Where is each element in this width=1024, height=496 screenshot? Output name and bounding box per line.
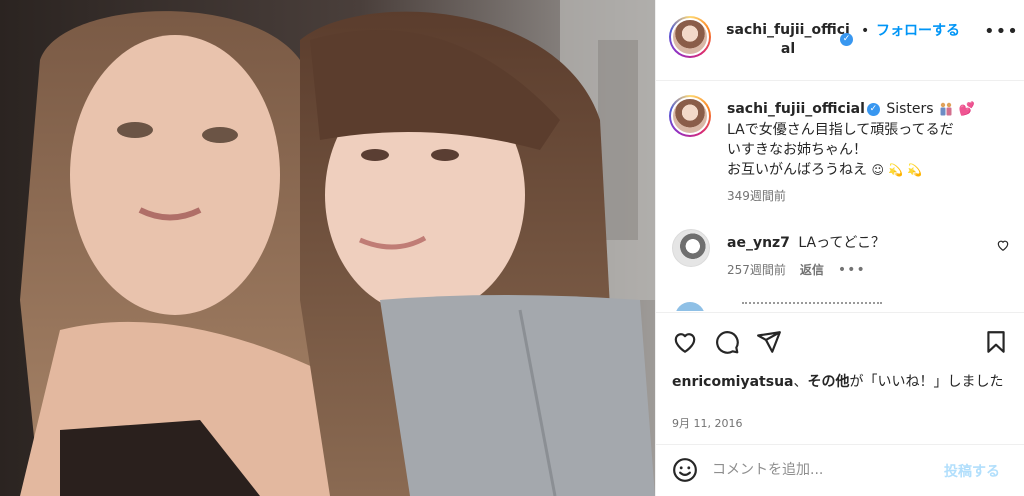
author-username[interactable]: sachi_fujii_official: [724, 21, 852, 59]
dizzy-emoji-icon: 💫 💫: [888, 163, 923, 177]
post-photo[interactable]: [0, 0, 655, 496]
likes-others-link[interactable]: その他: [807, 374, 849, 390]
caption-line-2: LAで女優さん目指して頑張ってるだ: [727, 122, 954, 138]
caption-timestamp[interactable]: 349週間前: [727, 187, 786, 204]
author-avatar[interactable]: [669, 16, 711, 58]
separator-dot: •: [861, 23, 870, 39]
post-caption: sachi_fujii_official ✓ Sisters 💕 LAで女優さん目…: [727, 99, 1022, 180]
action-bar: [656, 312, 1024, 368]
caption-username[interactable]: sachi_fujii_official: [727, 101, 865, 117]
photo-illustration: [0, 0, 655, 496]
likes-separator: 、: [793, 374, 808, 390]
comment-icon[interactable]: [714, 329, 740, 355]
emoji-icon[interactable]: [672, 457, 698, 483]
caption-text-lead: Sisters: [886, 101, 934, 117]
bookmark-icon[interactable]: [983, 329, 1009, 355]
comment-composer: 投稿する: [656, 444, 1024, 496]
next-commenter-avatar: [675, 302, 705, 311]
post-comment-button[interactable]: 投稿する: [944, 461, 1000, 481]
follow-button[interactable]: フォローする: [876, 20, 960, 40]
share-icon[interactable]: [756, 329, 782, 355]
post-dialog: sachi_fujii_official ✓ • フォローする ••• sach…: [0, 0, 1024, 496]
more-options-icon[interactable]: •••: [984, 23, 1019, 41]
likes-suffix: が「いいね！」しました: [849, 374, 1004, 390]
comment: ae_ynz7 LAってどこ？: [727, 232, 885, 252]
smile-emoji-icon: ☺: [871, 163, 884, 177]
hearts-emoji-icon: 💕: [958, 102, 975, 117]
people-emoji-icon: [940, 102, 952, 116]
comment-more-icon[interactable]: •••: [838, 262, 866, 278]
likes-summary: enricomiyatsua、その他が「いいね！」しました: [672, 372, 1012, 392]
verified-badge-icon: ✓: [866, 102, 880, 116]
commenter-username[interactable]: ae_ynz7: [727, 235, 790, 251]
caption-line-4: お互いがんばろうねえ: [727, 162, 867, 178]
commenter-avatar[interactable]: [672, 229, 710, 267]
post-header: sachi_fujii_official ✓ • フォローする •••: [656, 0, 1024, 81]
reply-button[interactable]: 返信: [800, 261, 824, 278]
comment-input[interactable]: [712, 458, 932, 482]
verified-badge-icon: ✓: [840, 33, 853, 46]
comment-text: LAってどこ？: [798, 235, 885, 251]
caption-author-avatar[interactable]: [669, 95, 711, 137]
next-comment-peek: [672, 302, 912, 311]
post-date[interactable]: 9月 11, 2016: [672, 415, 742, 431]
post-side-panel: sachi_fujii_official ✓ • フォローする ••• sach…: [655, 0, 1024, 496]
heart-icon[interactable]: [672, 329, 698, 355]
caption-line-3: いすきなお姉ちゃん！: [727, 142, 867, 158]
next-comment-text-cut: [742, 302, 882, 307]
comment-like-heart-icon[interactable]: [996, 238, 1010, 252]
comment-timestamp[interactable]: 257週間前: [727, 261, 786, 278]
liker-username[interactable]: enricomiyatsua: [672, 374, 793, 390]
comment-meta: 257週間前 返信 •••: [727, 261, 866, 278]
